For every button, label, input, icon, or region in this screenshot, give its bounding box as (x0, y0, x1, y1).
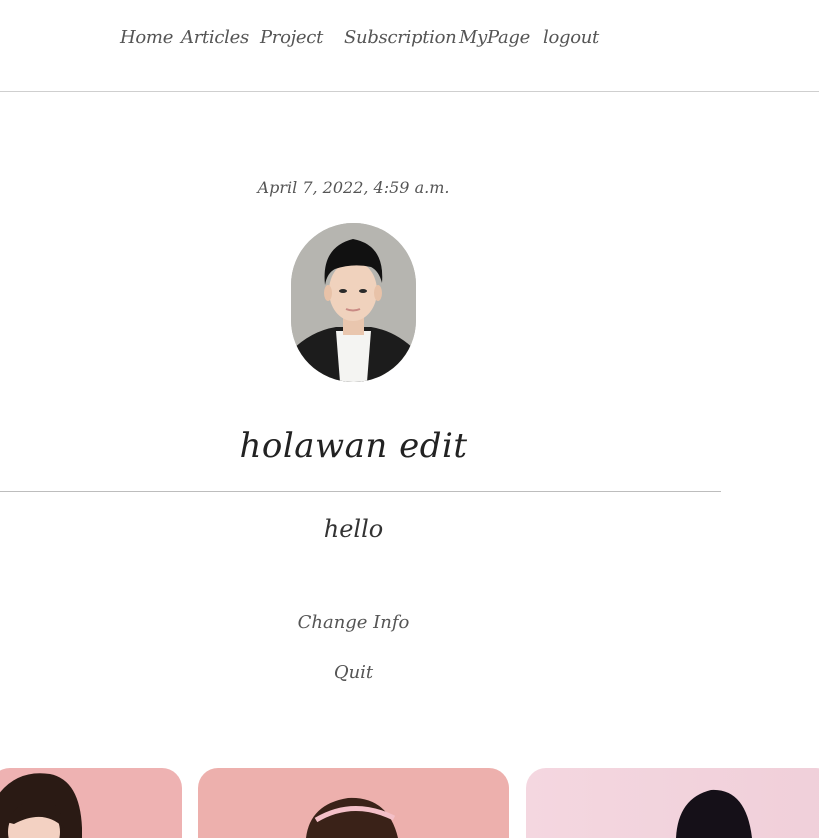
nav-subscription-link[interactable]: Subscription (344, 27, 457, 48)
nav-project-link[interactable]: Project (260, 27, 323, 48)
profile-username: holawan edit (239, 426, 468, 466)
nav-home-link[interactable]: Home (120, 27, 173, 48)
change-info-link[interactable]: Change Info (0, 612, 707, 633)
profile-bio: hello (323, 515, 384, 543)
nav-mypage-link[interactable]: MyPage (459, 27, 530, 48)
quit-link[interactable]: Quit (0, 662, 707, 683)
card-photo-3-icon (526, 768, 819, 838)
card-photo-2-icon (198, 768, 509, 838)
nav-logout-link[interactable]: logout (543, 27, 599, 48)
profile-photo-icon (291, 223, 416, 382)
profile-avatar (291, 223, 416, 382)
article-card-1[interactable] (0, 768, 182, 838)
nav-articles-link[interactable]: Articles (181, 27, 249, 48)
card-photo-1-icon (0, 768, 182, 838)
article-card-3[interactable] (526, 768, 819, 838)
top-nav: Home Articles Project Subscription MyPag… (0, 0, 819, 92)
article-card-2[interactable] (198, 768, 509, 838)
profile-date: April 7, 2022, 4:59 a.m. (257, 178, 450, 197)
section-divider (0, 491, 721, 492)
